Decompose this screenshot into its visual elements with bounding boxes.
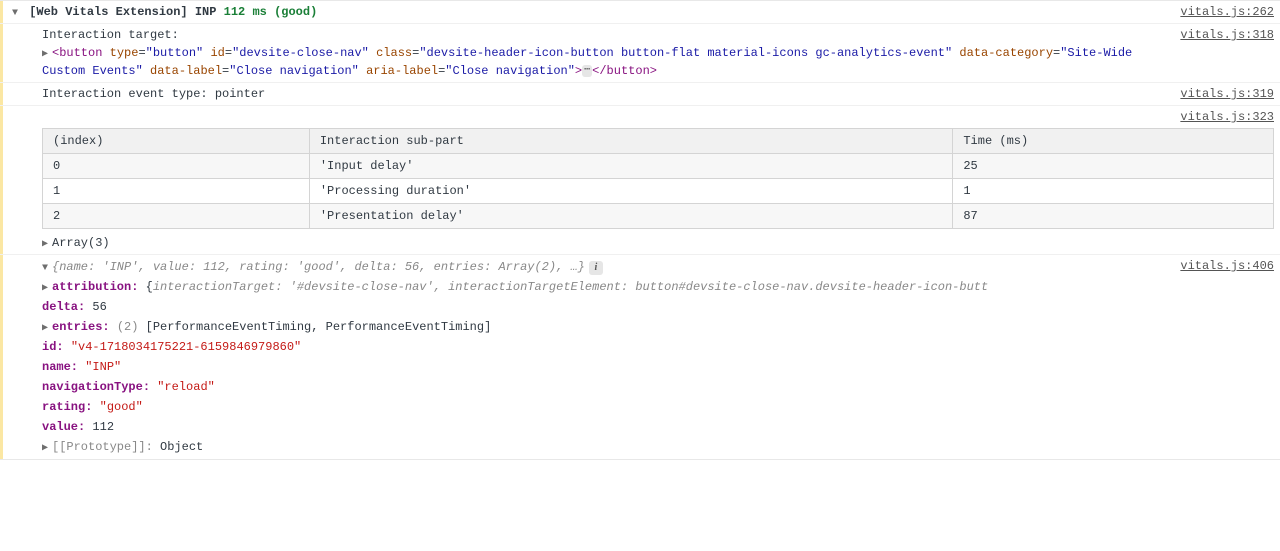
table-row: 1'Processing duration'1 [43, 179, 1274, 204]
source-link[interactable]: vitals.js:319 [1180, 85, 1274, 103]
brace: { [138, 280, 152, 294]
table-cell: 87 [953, 204, 1274, 229]
prop-entries[interactable]: ▶entries: (2) [PerformanceEventTiming, P… [42, 317, 1172, 337]
source-link[interactable]: vitals.js:323 [1180, 108, 1274, 126]
tag-open: <button [52, 46, 102, 60]
source-link[interactable]: vitals.js:262 [1180, 3, 1274, 21]
table-cell: 25 [953, 154, 1274, 179]
prop-val: "reload" [157, 380, 215, 394]
object-row: ▼{name: 'INP', value: 112, rating: 'good… [0, 255, 1280, 459]
object-summary[interactable]: ▼{name: 'INP', value: 112, rating: 'good… [42, 257, 1172, 277]
interaction-target-label: Interaction target: [42, 26, 1172, 44]
table-cell: 'Processing duration' [309, 179, 953, 204]
source-link[interactable]: vitals.js:318 [1180, 26, 1274, 44]
interaction-target-row: Interaction target: ▶<button type="butto… [0, 24, 1280, 83]
console-log-group: ▼ [Web Vitals Extension] INP 112 ms (goo… [0, 0, 1280, 460]
prop-key: value: [42, 420, 85, 434]
prop-key: id: [42, 340, 64, 354]
inp-rating: (good) [274, 5, 317, 19]
prop-key: rating: [42, 400, 92, 414]
table-footer[interactable]: ▶Array(3) [12, 231, 1274, 252]
prop-val: Object [160, 440, 203, 454]
prop-key: delta: [42, 300, 85, 314]
prop-key: entries: [52, 320, 110, 334]
table-header: (index) [43, 129, 310, 154]
array-label: Array(3) [52, 236, 110, 250]
nested-val: '#devsite-close-nav' [290, 280, 434, 294]
table-header: Time (ms) [953, 129, 1274, 154]
prop-val: "good" [100, 400, 143, 414]
tag-close: </button> [592, 64, 657, 78]
event-type-text: Interaction event type: pointer [12, 85, 1172, 103]
table-row-block: vitals.js:323 (index)Interaction sub-par… [0, 106, 1280, 255]
log-header-row[interactable]: ▼ [Web Vitals Extension] INP 112 ms (goo… [0, 1, 1280, 24]
event-type-row: Interaction event type: pointer vitals.j… [0, 83, 1280, 106]
table-header: Interaction sub-part [309, 129, 953, 154]
tag-gt: > [575, 64, 582, 78]
table-cell: 2 [43, 204, 310, 229]
timing-table: (index)Interaction sub-partTime (ms) 0'I… [42, 128, 1274, 229]
prop-key: name: [42, 360, 78, 374]
nested-key: interactionTargetElement: [448, 280, 628, 294]
prop-attribution[interactable]: ▶attribution: {interactionTarget: '#devs… [42, 277, 1172, 297]
prop-prototype[interactable]: ▶[[Prototype]]: Object [42, 437, 1172, 457]
prop-val: "INP" [85, 360, 121, 374]
table-row: 2'Presentation delay'87 [43, 204, 1274, 229]
table-cell: 1 [953, 179, 1274, 204]
log-title: [Web Vitals Extension] INP [29, 5, 223, 19]
ellipsis-icon[interactable]: ⋯ [582, 65, 592, 77]
source-link[interactable]: vitals.js:406 [1180, 257, 1274, 275]
table-row: 0'Input delay'25 [43, 154, 1274, 179]
prop-key: navigationType: [42, 380, 150, 394]
nested-key: interactionTarget: [153, 280, 283, 294]
prop-name: name: "INP" [42, 357, 1172, 377]
prop-val: 56 [92, 300, 106, 314]
prop-val: [PerformanceEventTiming, PerformanceEven… [138, 320, 491, 334]
expand-arrow-icon[interactable]: ▼ [42, 261, 52, 276]
table-cell: 0 [43, 154, 310, 179]
table-cell: 'Input delay' [309, 154, 953, 179]
inp-value: 112 ms [224, 5, 267, 19]
prop-rating: rating: "good" [42, 397, 1172, 417]
prop-value: value: 112 [42, 417, 1172, 437]
prop-key: [[Prototype]]: [52, 440, 153, 454]
prop-id: id: "v4-1718034175221-6159846979860" [42, 337, 1172, 357]
nested-val: button#devsite-close-nav.devsite-header-… [635, 280, 988, 294]
expand-arrow-icon[interactable]: ▼ [12, 6, 22, 21]
prop-val: "v4-1718034175221-6159846979860" [71, 340, 301, 354]
expand-arrow-icon[interactable]: ▶ [42, 47, 52, 62]
prop-val: 112 [92, 420, 114, 434]
table-cell: 'Presentation delay' [309, 204, 953, 229]
expand-arrow-icon[interactable]: ▶ [42, 281, 52, 296]
prop-key: attribution: [52, 280, 138, 294]
entries-count: (2) [117, 320, 139, 334]
table-cell: 1 [43, 179, 310, 204]
element-preview[interactable]: ▶<button type="button" id="devsite-close… [42, 44, 1172, 80]
expand-arrow-icon[interactable]: ▶ [42, 237, 52, 252]
expand-arrow-icon[interactable]: ▶ [42, 441, 52, 456]
object-summary-text: {name: 'INP', value: 112, rating: 'good'… [52, 260, 585, 274]
info-icon[interactable]: i [589, 261, 603, 275]
expand-arrow-icon[interactable]: ▶ [42, 321, 52, 336]
prop-delta: delta: 56 [42, 297, 1172, 317]
prop-navigationtype: navigationType: "reload" [42, 377, 1172, 397]
sep: , [434, 280, 448, 294]
